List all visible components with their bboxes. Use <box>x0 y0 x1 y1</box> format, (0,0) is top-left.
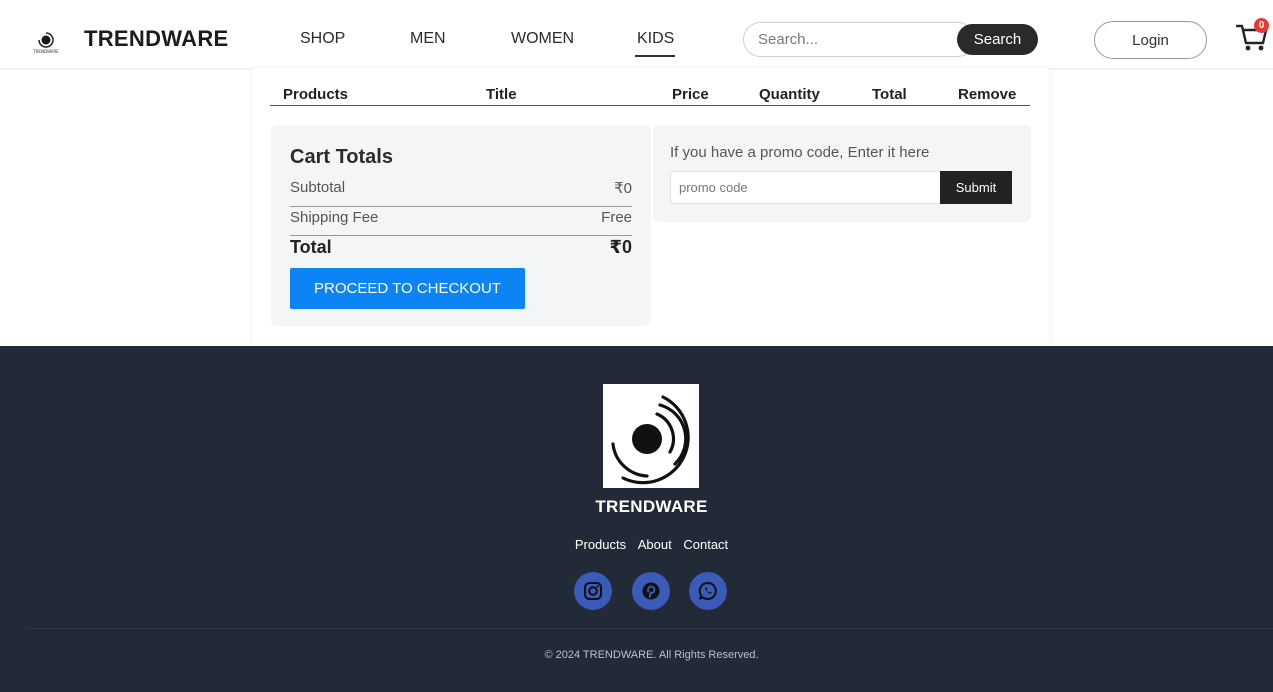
nav-active-underline <box>635 55 675 57</box>
pinterest-icon <box>642 582 660 600</box>
footer-link-contact[interactable]: Contact <box>683 537 728 552</box>
nav-item-shop[interactable]: SHOP <box>300 30 345 48</box>
totals-divider <box>290 206 632 207</box>
promo-code-input[interactable] <box>670 171 942 204</box>
site-header: TRENDWARE TRENDWARE SHOP MEN WOMEN KIDS … <box>0 0 1273 70</box>
cart-count-badge: 0 <box>1254 18 1269 33</box>
brand-logo-text: TRENDWARE <box>32 49 59 54</box>
column-header-quantity: Quantity <box>759 86 820 103</box>
brand-name: TRENDWARE <box>84 26 229 51</box>
pinterest-link[interactable] <box>632 572 670 610</box>
cart-table-header: Products Title Price Quantity Total Remo… <box>270 86 1030 106</box>
promo-submit-button[interactable]: Submit <box>940 171 1012 204</box>
promo-instruction: If you have a promo code, Enter it here <box>670 144 930 161</box>
subtotal-label: Subtotal <box>290 179 346 196</box>
nav-item-men[interactable]: MEN <box>410 30 446 48</box>
instagram-link[interactable] <box>574 572 612 610</box>
shipping-label: Shipping Fee <box>290 209 379 226</box>
footer-link-products[interactable]: Products <box>575 537 626 552</box>
column-header-products: Products <box>283 86 349 103</box>
shipping-value: Free <box>601 209 632 226</box>
instagram-icon <box>584 582 602 600</box>
column-header-total: Total <box>872 86 907 103</box>
login-button[interactable]: Login <box>1094 21 1207 59</box>
footer-divider <box>26 628 1273 629</box>
brand[interactable]: TRENDWARE TRENDWARE <box>24 24 228 54</box>
nav-item-kids[interactable]: KIDS <box>637 30 674 48</box>
search-button[interactable]: Search <box>957 24 1038 55</box>
column-header-title: Title <box>486 86 517 103</box>
whatsapp-icon <box>698 581 717 600</box>
nav-item-women[interactable]: WOMEN <box>511 30 574 48</box>
footer-brand-name: TRENDWARE <box>595 497 708 516</box>
column-header-remove: Remove <box>958 86 1017 103</box>
cart-totals-title: Cart Totals <box>290 146 393 168</box>
whatsapp-link[interactable] <box>689 572 727 610</box>
trendware-logo-icon: TRENDWARE <box>24 24 68 54</box>
search-input[interactable] <box>743 22 975 57</box>
total-label: Total <box>290 237 332 257</box>
copyright-text: © 2024 TRENDWARE. All Rights Reserved. <box>544 649 759 661</box>
total-value: ₹0 <box>609 237 632 257</box>
subtotal-value: ₹0 <box>614 180 632 197</box>
footer-links: Products About Contact <box>0 537 1273 552</box>
footer-logo-icon <box>603 384 699 488</box>
proceed-to-checkout-button[interactable]: PROCEED TO CHECKOUT <box>290 268 525 309</box>
totals-divider <box>290 235 632 236</box>
column-header-price: Price <box>672 86 709 103</box>
cart-button[interactable]: 0 <box>1236 18 1270 54</box>
footer-link-about[interactable]: About <box>638 537 672 552</box>
